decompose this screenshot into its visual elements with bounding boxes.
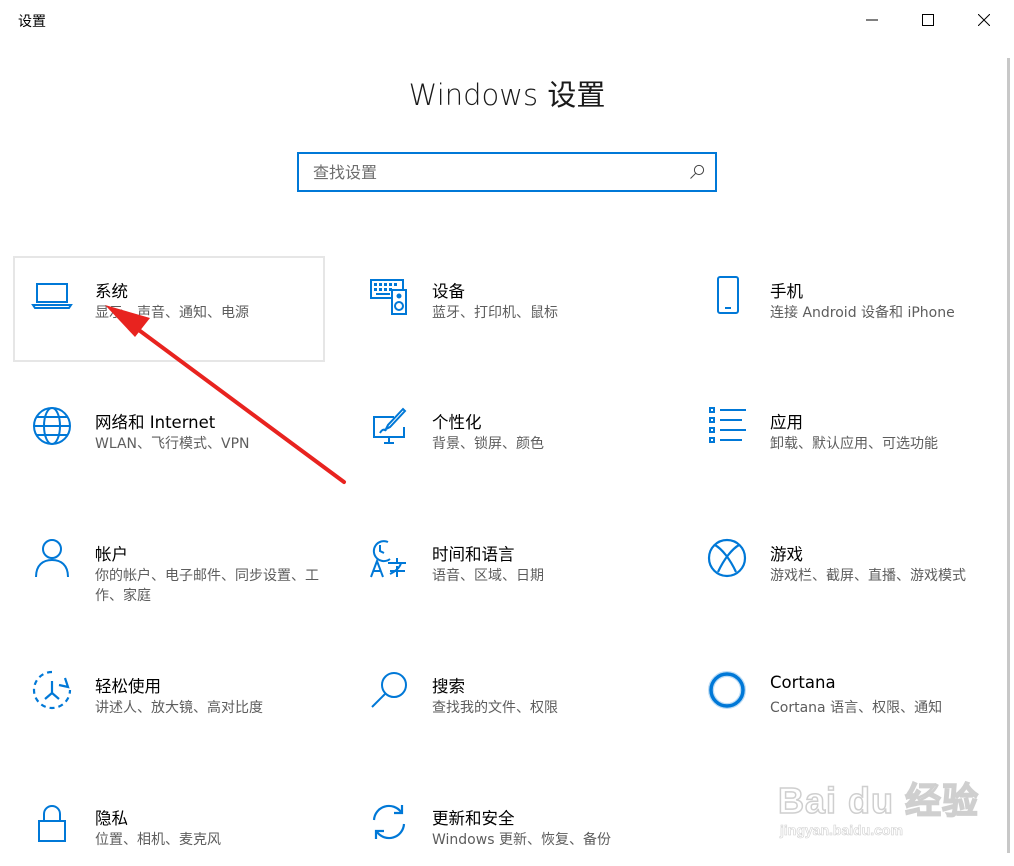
time-language-icon: [370, 540, 406, 578]
phone-icon: [717, 276, 739, 314]
tile-title: 隐私: [95, 809, 128, 828]
search-input[interactable]: [299, 154, 679, 190]
page-title: Windows 设置: [408, 78, 606, 112]
cortana-ring-icon: [708, 671, 746, 709]
tile-description: 卸载、默认应用、可选功能: [770, 436, 938, 452]
tile-devices[interactable]: 设备 蓝牙、打印机、鼠标: [350, 256, 662, 362]
tile-description: 语音、区域、日期: [432, 568, 544, 584]
tile-phone[interactable]: 手机 连接 Android 设备和 iPhone: [688, 256, 1000, 362]
tile-title: Cortana: [770, 673, 836, 692]
tile-description: Cortana 语言、权限、通知: [770, 700, 943, 716]
tile-search[interactable]: 搜索 查找我的文件、权限: [350, 651, 662, 757]
watermark-url: jingyan.baidu.com: [780, 822, 904, 839]
window-title: 设置: [18, 14, 46, 30]
search-box[interactable]: [297, 152, 717, 192]
tile-description: 位置、相机、麦克风: [95, 832, 221, 848]
ease-of-access-icon: [32, 670, 72, 710]
search-icon[interactable]: [689, 164, 705, 180]
person-icon: [35, 539, 69, 578]
tile-update-security[interactable]: 更新和安全 Windows 更新、恢复、备份: [350, 783, 662, 866]
title-bar: 设置: [0, 0, 1014, 40]
xbox-icon: [707, 538, 747, 578]
tile-description: 查找我的文件、权限: [432, 700, 558, 716]
lock-icon: [38, 805, 66, 842]
scrollbar[interactable]: [1007, 58, 1010, 853]
tile-description: WLAN、飞行模式、VPN: [95, 436, 250, 452]
tile-description: 蓝牙、打印机、鼠标: [432, 305, 558, 321]
close-button[interactable]: [961, 0, 1007, 40]
magnifier-icon: [371, 672, 407, 708]
minimize-button[interactable]: [849, 0, 895, 40]
tile-gaming[interactable]: 游戏 游戏栏、截屏、直播、游戏模式: [688, 519, 1000, 625]
close-icon: [978, 14, 990, 26]
tile-apps[interactable]: 应用 卸载、默认应用、可选功能: [688, 387, 1000, 493]
tile-description: 显示、声音、通知、电源: [95, 305, 249, 321]
tile-title: 游戏: [770, 545, 803, 564]
sync-arrows-icon: [372, 804, 406, 840]
tile-title: 系统: [95, 282, 128, 301]
tile-description: 游戏栏、截屏、直播、游戏模式: [770, 568, 966, 584]
tile-accounts[interactable]: 帐户 你的帐户、电子邮件、同步设置、工作、家庭: [13, 519, 325, 625]
tile-network[interactable]: 网络和 Internet WLAN、飞行模式、VPN: [13, 387, 325, 493]
tile-title: 网络和 Internet: [95, 413, 216, 432]
tile-cortana[interactable]: Cortana Cortana 语言、权限、通知: [688, 651, 1000, 757]
tile-time-language[interactable]: 时间和语言 语音、区域、日期: [350, 519, 662, 625]
tile-ease-of-access[interactable]: 轻松使用 讲述人、放大镜、高对比度: [13, 651, 325, 757]
tile-title: 帐户: [95, 545, 128, 564]
maximize-icon: [922, 14, 934, 26]
tile-system[interactable]: 系统 显示、声音、通知、电源: [13, 256, 325, 362]
tile-personalization[interactable]: 个性化 背景、锁屏、颜色: [350, 387, 662, 493]
tile-description: Windows 更新、恢复、备份: [432, 832, 611, 848]
tile-title: 个性化: [432, 413, 482, 432]
tile-title: 设备: [432, 282, 465, 301]
tile-title: 手机: [770, 282, 803, 301]
paint-monitor-icon: [373, 407, 407, 444]
tile-privacy[interactable]: 隐私 位置、相机、麦克风: [13, 783, 325, 866]
maximize-button[interactable]: [905, 0, 951, 40]
tile-title: 应用: [770, 413, 803, 432]
tile-title: 时间和语言: [432, 545, 515, 564]
laptop-icon: [31, 283, 73, 309]
tile-description: 连接 Android 设备和 iPhone: [770, 305, 955, 321]
tile-title: 搜索: [432, 677, 465, 696]
app-list-icon: [709, 407, 746, 443]
tile-description: 讲述人、放大镜、高对比度: [95, 700, 263, 716]
minimize-icon: [866, 19, 878, 21]
tile-description: 你的帐户、电子邮件、同步设置、工作、家庭: [95, 568, 319, 604]
tile-description: 背景、锁屏、颜色: [432, 436, 544, 452]
tile-title: 轻松使用: [95, 677, 161, 696]
globe-icon: [33, 407, 71, 445]
watermark: Bai du 经验 jingyan.baidu.com: [776, 760, 1006, 852]
keyboard-speaker-icon: [370, 279, 407, 315]
tile-title: 更新和安全: [432, 809, 515, 828]
watermark-logo-text: Bai du 经验: [777, 779, 980, 822]
